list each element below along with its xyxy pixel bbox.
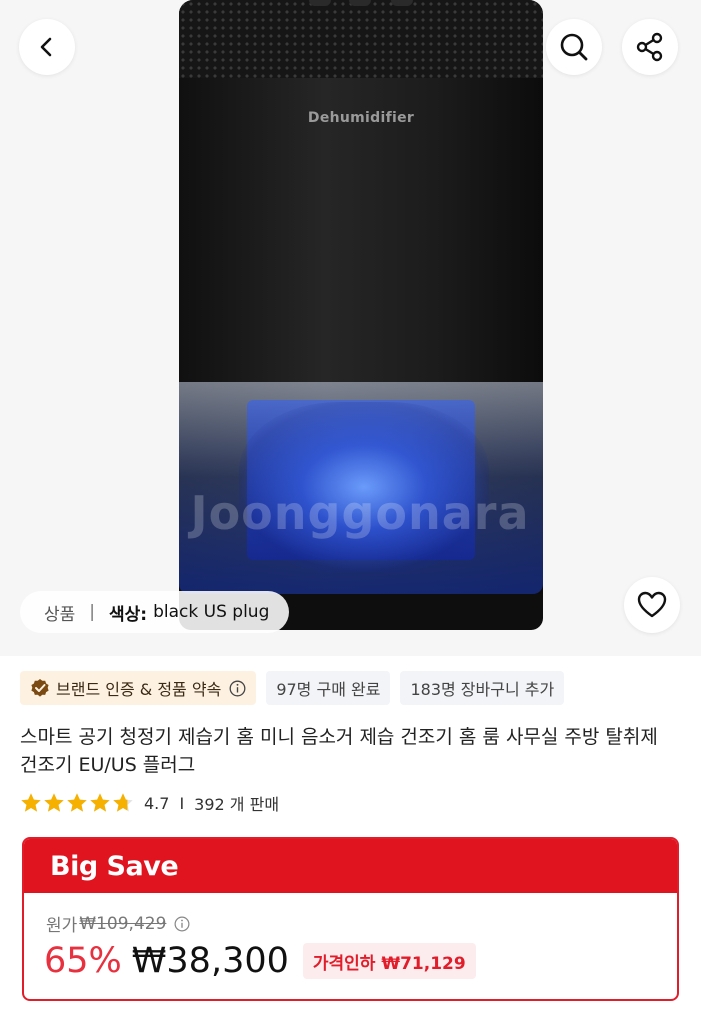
purchased-count-badge: 97명 구매 완료 (266, 671, 391, 705)
brand-badge-label: 브랜드 인증 & 정품 약속 (56, 680, 222, 699)
product-image-carousel[interactable]: Dehumidifier Joonggonara 상품 | 색상: black … (0, 0, 701, 656)
option-key: 색상: (109, 604, 148, 625)
back-button[interactable] (19, 19, 75, 75)
share-icon (636, 32, 663, 62)
option-section-label: 상품 (44, 604, 76, 625)
search-icon (560, 33, 588, 61)
heart-icon (637, 591, 667, 618)
star-icon (21, 793, 41, 812)
sale-price-row: 65% ₩38,300 가격인하 ₩71,129 (44, 941, 476, 981)
big-save-card: Big Save 원가 ₩109,429 65% ₩38,300 가격인하 ₩7… (22, 837, 679, 1001)
star-icon (90, 793, 110, 812)
original-price: ₩109,429 (79, 913, 167, 934)
selected-option-pill[interactable]: 상품 | 색상: black US plug (20, 591, 290, 633)
search-button[interactable] (546, 19, 602, 75)
watermark: Joonggonara (190, 486, 530, 540)
option-separator: | (89, 602, 96, 622)
star-rating (20, 792, 134, 814)
info-icon (229, 680, 246, 697)
star-icon (113, 793, 133, 812)
rating-score: 4.7 (144, 793, 170, 813)
star-icon (67, 793, 87, 812)
info-icon[interactable] (174, 916, 190, 932)
option-value: black US plug (153, 602, 270, 622)
product-print-text: Dehumidifier (307, 110, 415, 126)
badge-row: 브랜드 인증 & 정품 약속 97명 구매 완료 183명 장바구니 추가 (20, 671, 565, 705)
product-title: 스마트 공기 청정기 제습기 홈 미니 음소거 제습 건조기 홈 룸 사무실 주… (20, 726, 658, 776)
sale-price: ₩38,300 (131, 941, 289, 981)
share-button[interactable] (622, 19, 678, 75)
chevron-left-icon (40, 37, 52, 57)
verified-check-icon (30, 678, 50, 698)
original-price-row: 원가 ₩109,429 (46, 911, 190, 936)
product-grille (179, 0, 543, 78)
rating-row[interactable]: 4.7 I 392 개 판매 (20, 791, 279, 815)
big-save-banner: Big Save (24, 839, 677, 893)
rating-separator: I (179, 793, 185, 813)
wishlist-button[interactable] (624, 577, 680, 633)
star-icon (44, 793, 64, 812)
original-price-label: 원가 (46, 916, 78, 936)
price-drop-tag: 가격인하 ₩71,129 (302, 943, 476, 979)
discount-percent: 65% (44, 941, 122, 981)
cart-count-badge: 183명 장바구니 추가 (400, 671, 565, 705)
purchased-count-label: 97명 구매 완료 (276, 680, 381, 699)
cart-count-label: 183명 장바구니 추가 (410, 680, 555, 699)
brand-verified-badge[interactable]: 브랜드 인증 & 정품 약속 (20, 671, 257, 705)
sold-count: 392 개 판매 (194, 795, 280, 814)
